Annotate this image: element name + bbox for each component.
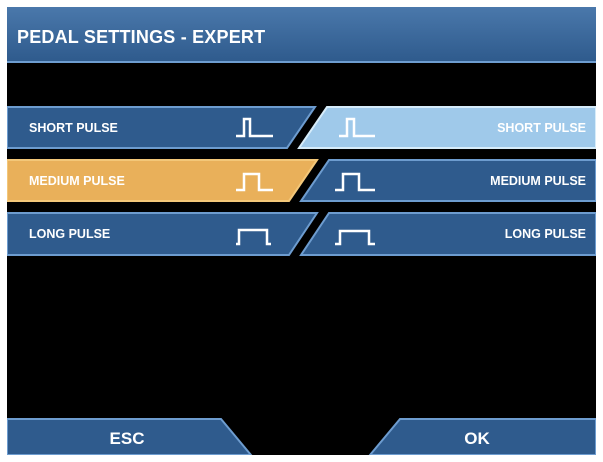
right-option-long-pulse[interactable] (307, 213, 596, 255)
left-option-short-pulse[interactable] (7, 107, 307, 148)
ok-button[interactable]: OK (417, 429, 537, 449)
left-option-medium-pulse[interactable] (7, 160, 307, 201)
esc-button[interactable]: ESC (67, 429, 187, 449)
pedal-settings-screen: PEDAL SETTINGS - EXPERT SHORT PULSE MEDI… (7, 7, 596, 455)
left-option-long-pulse[interactable] (7, 213, 307, 255)
right-option-medium-pulse[interactable] (307, 160, 596, 201)
right-option-short-pulse[interactable] (307, 107, 596, 148)
